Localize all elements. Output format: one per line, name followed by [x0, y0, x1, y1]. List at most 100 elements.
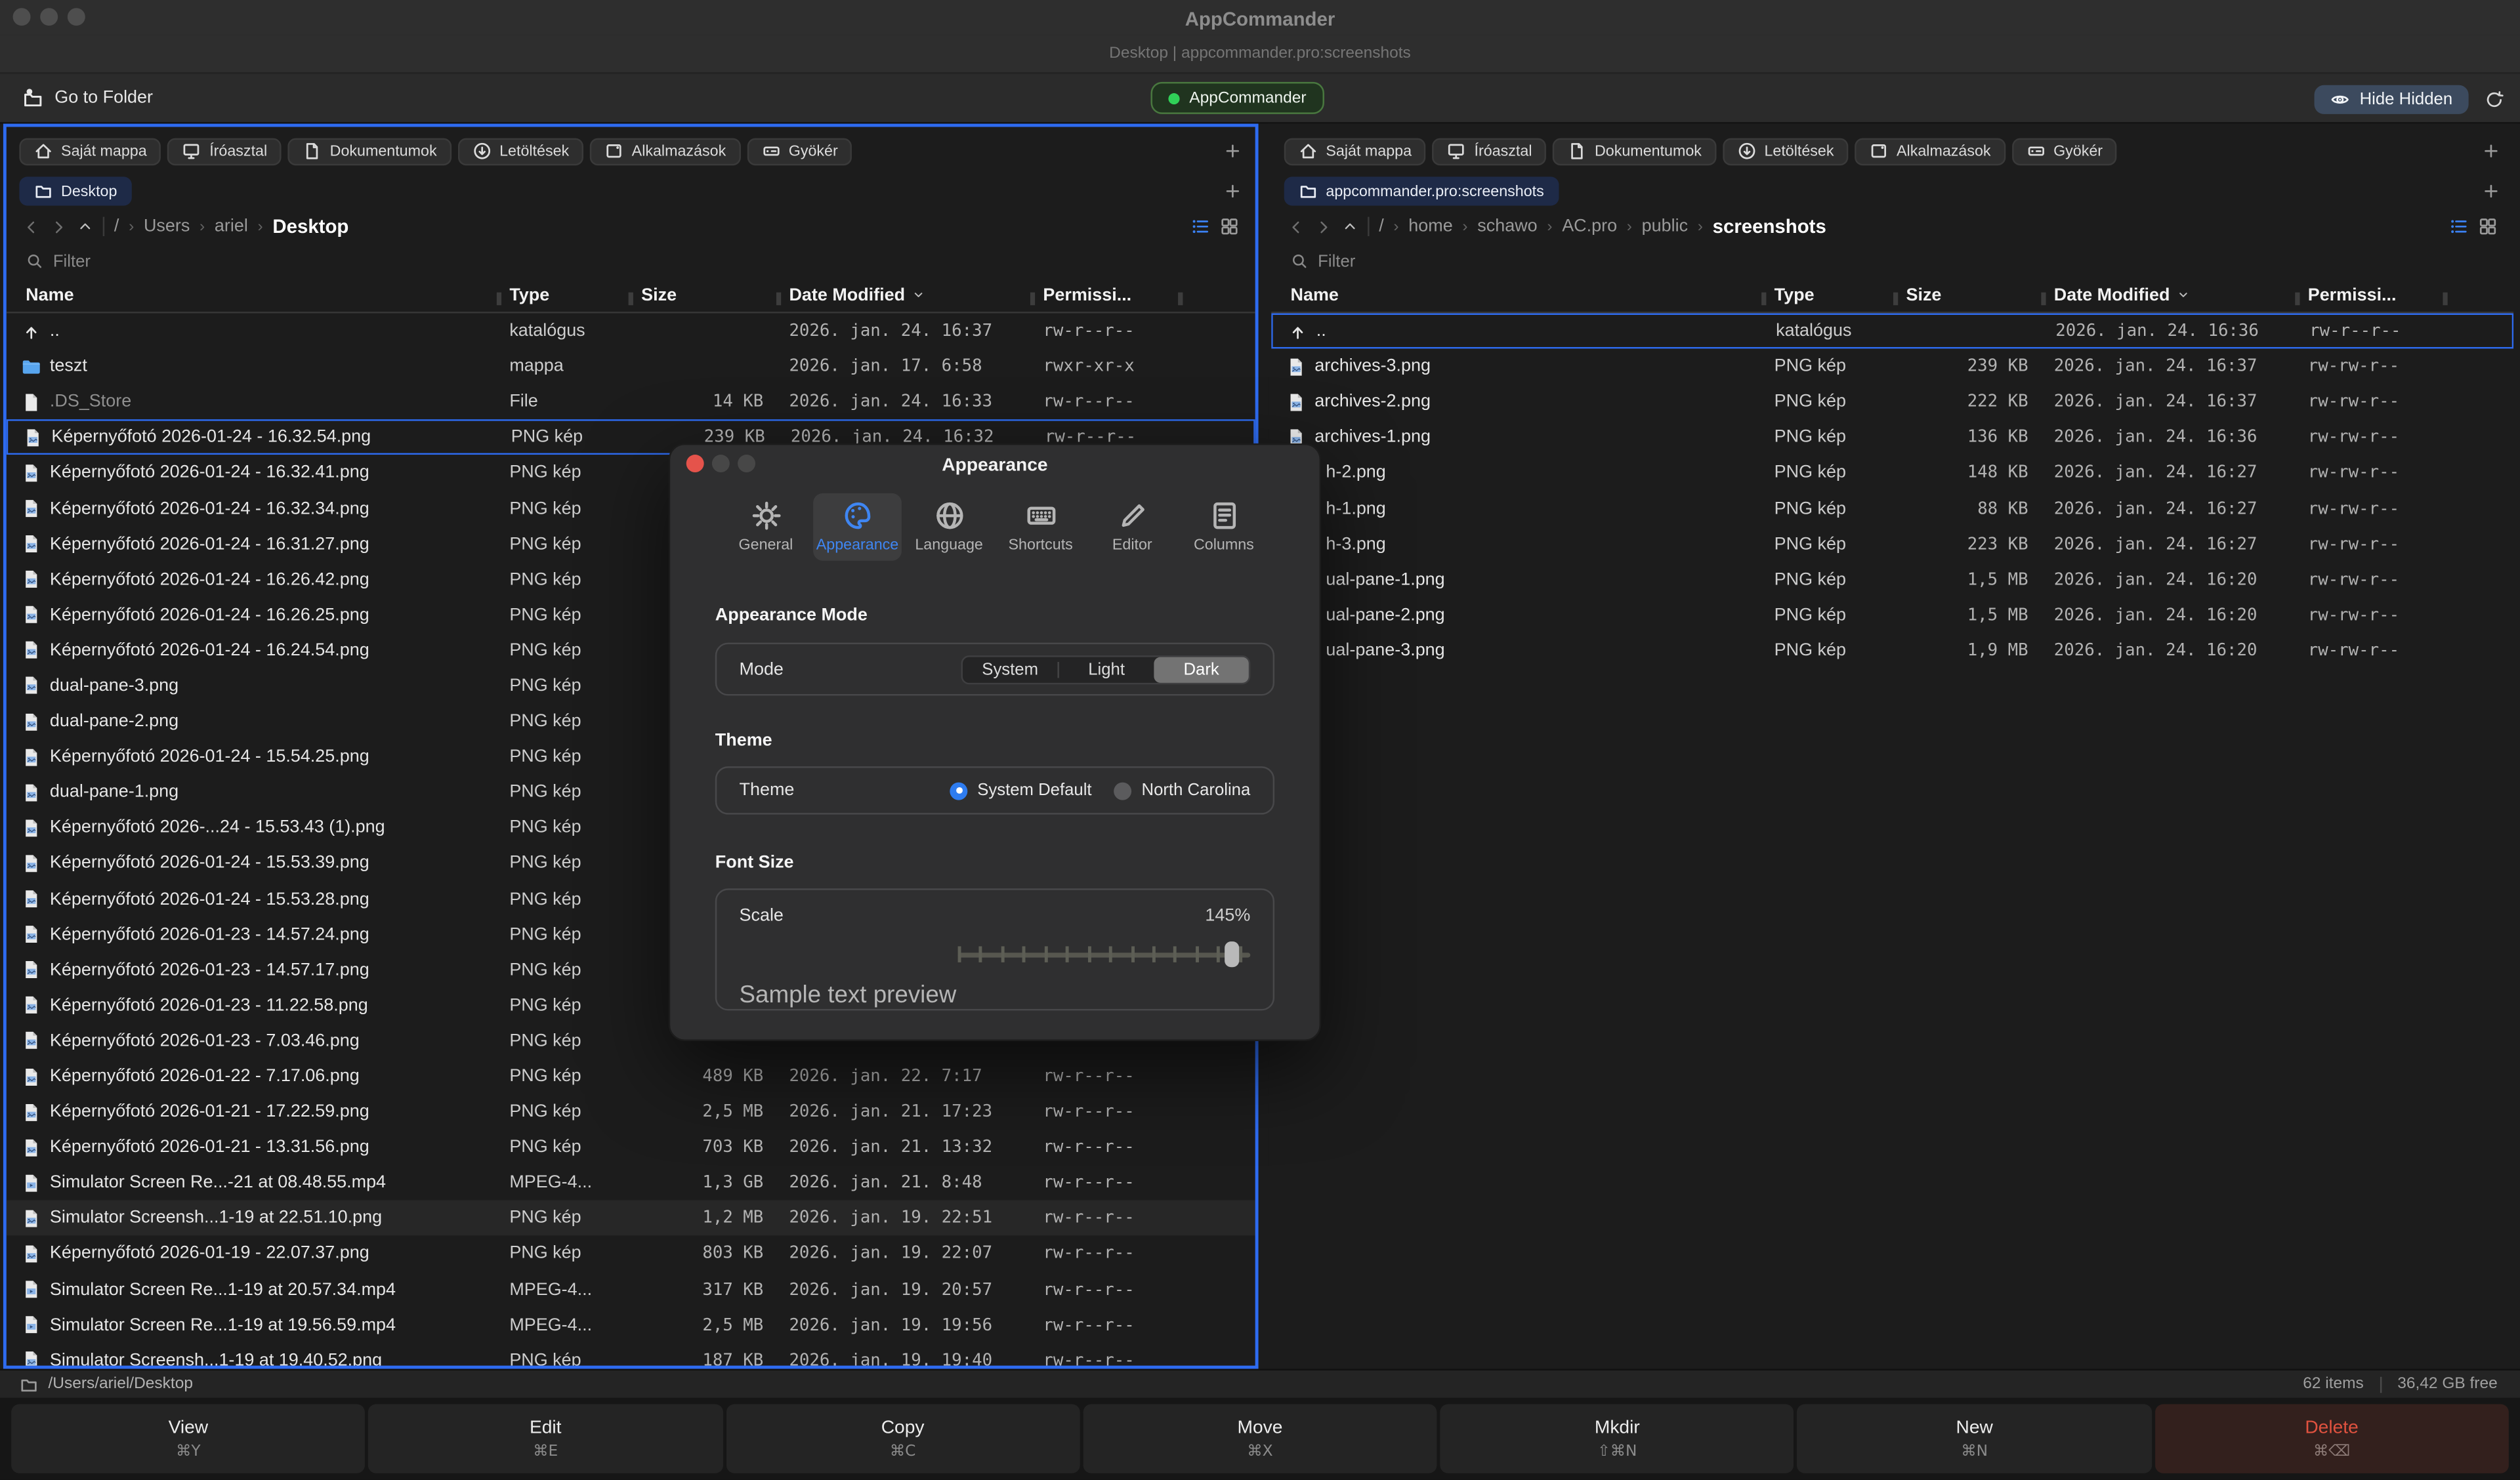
- column-header-type[interactable]: Type: [1761, 285, 1893, 304]
- theme-radio-system-default[interactable]: System Default: [950, 781, 1092, 800]
- mode-option-dark[interactable]: Dark: [1154, 656, 1248, 682]
- favorite-saj-t-mappa[interactable]: Saját mappa: [19, 137, 161, 165]
- column-header-name[interactable]: Name: [7, 285, 497, 304]
- back-button[interactable]: [1288, 218, 1305, 236]
- edit-button[interactable]: Edit ⌘E: [369, 1404, 723, 1473]
- copy-button[interactable]: Copy ⌘C: [726, 1404, 1080, 1473]
- file-row[interactable]: .. katalógus 2026. jan. 24. 16:36 rw-r--…: [1271, 314, 2513, 349]
- filter-input[interactable]: Filter: [7, 244, 1255, 278]
- favorite-gy-k-r[interactable]: Gyökér: [2011, 137, 2117, 165]
- column-header-type[interactable]: Type: [497, 285, 629, 304]
- theme-radio-north-carolina[interactable]: North Carolina: [1114, 781, 1250, 800]
- move-button[interactable]: Move ⌘X: [1083, 1404, 1437, 1473]
- breadcrumb-item[interactable]: AC.pro: [1562, 217, 1617, 236]
- dialog-close-button[interactable]: [686, 455, 704, 472]
- favorite-saj-t-mappa[interactable]: Saját mappa: [1284, 137, 1426, 165]
- delete-button[interactable]: Delete ⌘⌫: [2154, 1404, 2508, 1473]
- app-status-chip[interactable]: AppCommander: [1150, 82, 1324, 114]
- file-row[interactable]: Simulator Screensh...1-19 at 22.51.10.pn…: [7, 1201, 1255, 1236]
- grid-view-icon[interactable]: [2478, 217, 2497, 236]
- column-header-name[interactable]: Name: [1271, 285, 1761, 304]
- file-row[interactable]: h-2.png PNG kép 148 KB 2026. jan. 24. 16…: [1271, 455, 2513, 491]
- breadcrumb-item[interactable]: /: [1379, 217, 1384, 236]
- settings-tab-editor[interactable]: Editor: [1088, 493, 1177, 561]
- file-row[interactable]: Képernyőfotó 2026-01-21 - 13.31.56.png P…: [7, 1130, 1255, 1165]
- mode-option-light[interactable]: Light: [1059, 656, 1154, 682]
- add-favorite-button[interactable]: [1223, 142, 1242, 161]
- file-row[interactable]: archives-2.png PNG kép 222 KB 2026. jan.…: [1271, 384, 2513, 420]
- forward-button[interactable]: [1314, 218, 1332, 236]
- column-header-permissi[interactable]: Permissi...: [2295, 285, 2448, 304]
- scale-slider[interactable]: [958, 941, 1251, 967]
- file-row[interactable]: h-3.png PNG kép 223 KB 2026. jan. 24. 16…: [1271, 526, 2513, 562]
- list-view-icon[interactable]: [1191, 217, 1210, 236]
- file-row[interactable]: ual-pane-3.png PNG kép 1,9 MB 2026. jan.…: [1271, 633, 2513, 668]
- column-header-date-modified[interactable]: Date Modified: [2041, 285, 2295, 304]
- refresh-icon[interactable]: [2485, 89, 2504, 108]
- mode-option-system[interactable]: System: [963, 656, 1057, 682]
- dialog-zoom-button[interactable]: [738, 455, 755, 472]
- column-header-size[interactable]: Size: [629, 285, 776, 304]
- breadcrumb-item[interactable]: Users: [144, 217, 190, 236]
- settings-tab-language[interactable]: Language: [905, 493, 994, 561]
- file-row[interactable]: Simulator Screen Re...-21 at 08.48.55.mp…: [7, 1165, 1255, 1201]
- mkdir-button[interactable]: Mkdir ⇧⌘N: [1440, 1404, 1794, 1473]
- add-tab-button[interactable]: [2481, 182, 2500, 201]
- file-row[interactable]: ual-pane-1.png PNG kép 1,5 MB 2026. jan.…: [1271, 562, 2513, 597]
- view-button[interactable]: View ⌘Y: [11, 1404, 365, 1473]
- favorite-r-asztal[interactable]: Íróasztal: [1433, 137, 1547, 165]
- settings-tab-general[interactable]: General: [722, 493, 810, 561]
- up-button[interactable]: [77, 218, 93, 234]
- file-row[interactable]: archives-3.png PNG kép 239 KB 2026. jan.…: [1271, 349, 2513, 384]
- forward-button[interactable]: [50, 218, 68, 236]
- favorite-gy-k-r[interactable]: Gyökér: [747, 137, 852, 165]
- breadcrumb-item[interactable]: /: [114, 217, 119, 236]
- up-button[interactable]: [1342, 218, 1358, 234]
- slider-thumb[interactable]: [1224, 941, 1238, 967]
- settings-tab-appearance[interactable]: Appearance: [813, 493, 902, 561]
- file-row[interactable]: archives-1.png PNG kép 136 KB 2026. jan.…: [1271, 420, 2513, 455]
- breadcrumb-item[interactable]: ariel: [215, 217, 248, 236]
- filter-input[interactable]: Filter: [1271, 244, 2513, 278]
- go-to-folder-button[interactable]: Go to Folder: [22, 74, 153, 122]
- favorite-let-lt-sek[interactable]: Letöltések: [457, 137, 583, 165]
- file-row[interactable]: teszt mappa 2026. jan. 17. 6:58 rwxr-xr-…: [7, 349, 1255, 384]
- column-header-date-modified[interactable]: Date Modified: [776, 285, 1030, 304]
- breadcrumb-item[interactable]: home: [1408, 217, 1452, 236]
- new-button[interactable]: New ⌘N: [1797, 1404, 2151, 1473]
- breadcrumb-item[interactable]: schawo: [1477, 217, 1537, 236]
- file-row[interactable]: Képernyőfotó 2026-01-22 - 7.17.06.png PN…: [7, 1059, 1255, 1094]
- settings-tab-columns[interactable]: Columns: [1180, 493, 1269, 561]
- settings-tab-shortcuts[interactable]: Shortcuts: [996, 493, 1085, 561]
- file-row[interactable]: .DS_Store File 14 KB 2026. jan. 24. 16:3…: [7, 384, 1255, 420]
- favorite-dokumentumok[interactable]: Dokumentumok: [1553, 137, 1716, 165]
- hide-hidden-button[interactable]: Hide Hidden: [2315, 85, 2469, 113]
- dialog-minimize-button[interactable]: [712, 455, 730, 472]
- column-header-size[interactable]: Size: [1893, 285, 2041, 304]
- file-row[interactable]: Simulator Screensh...1-19 at 19.40.52.pn…: [7, 1343, 1255, 1366]
- file-row[interactable]: .. katalógus 2026. jan. 24. 16:37 rw-r--…: [7, 314, 1255, 349]
- file-row[interactable]: Simulator Screen Re...1-19 at 19.56.59.m…: [7, 1307, 1255, 1343]
- back-button[interactable]: [22, 218, 40, 236]
- pane-tab[interactable]: Desktop: [19, 176, 131, 205]
- favorite-alkalmaz-sok[interactable]: Alkalmazások: [590, 137, 740, 165]
- breadcrumb-item[interactable]: public: [1642, 217, 1688, 236]
- file-row[interactable]: Képernyőfotó 2026-01-19 - 22.07.37.png P…: [7, 1236, 1255, 1271]
- breadcrumb-item[interactable]: Desktop: [272, 215, 348, 237]
- favorite-dokumentumok[interactable]: Dokumentumok: [288, 137, 452, 165]
- add-favorite-button[interactable]: [2481, 142, 2500, 161]
- column-header-permissi[interactable]: Permissi...: [1030, 285, 1183, 304]
- favorite-let-lt-sek[interactable]: Letöltések: [1723, 137, 1849, 165]
- grid-view-icon[interactable]: [1220, 217, 1239, 236]
- add-tab-button[interactable]: [1223, 182, 1242, 201]
- breadcrumb-item[interactable]: screenshots: [1713, 215, 1826, 237]
- favorite-r-asztal[interactable]: Íróasztal: [168, 137, 282, 165]
- file-row[interactable]: ual-pane-2.png PNG kép 1,5 MB 2026. jan.…: [1271, 597, 2513, 632]
- file-row[interactable]: h-1.png PNG kép 88 KB 2026. jan. 24. 16:…: [1271, 491, 2513, 526]
- plus-icon: [2481, 182, 2500, 201]
- favorite-alkalmaz-sok[interactable]: Alkalmazások: [1855, 137, 2005, 165]
- list-view-icon[interactable]: [2449, 217, 2468, 236]
- pane-tab[interactable]: appcommander.pro:screenshots: [1284, 176, 1559, 205]
- file-row[interactable]: Képernyőfotó 2026-01-21 - 17.22.59.png P…: [7, 1094, 1255, 1130]
- file-row[interactable]: Simulator Screen Re...1-19 at 20.57.34.m…: [7, 1271, 1255, 1307]
